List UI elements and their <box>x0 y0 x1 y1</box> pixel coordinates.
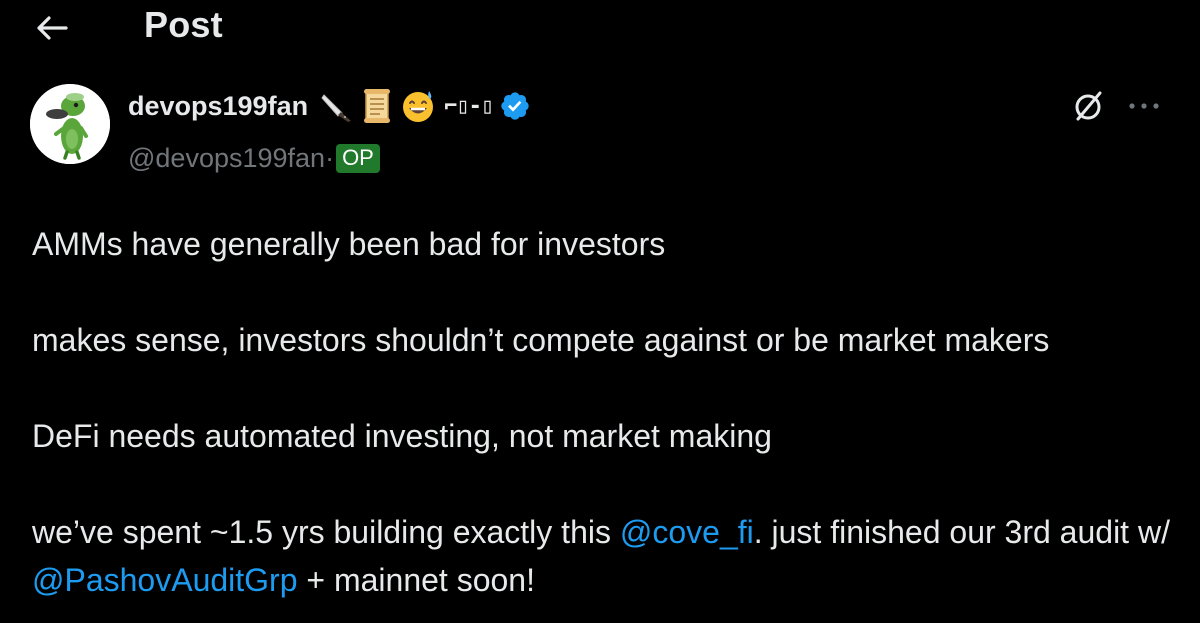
tweet-text-segment: . just finished our 3rd audit w/ <box>753 514 1170 550</box>
mention-link[interactable]: @PashovAuditGrp <box>32 562 298 598</box>
tweet-paragraph: makes sense, investors shouldn’t compete… <box>32 322 1050 358</box>
platypus-avatar <box>30 84 110 164</box>
tweet-text-segment: + mainnet soon! <box>297 562 535 598</box>
tweet-text: AMMs have generally been bad for investo… <box>32 220 1182 604</box>
author-handle-row: @devops199fan · OP <box>128 140 380 176</box>
scroll-icon <box>360 88 394 124</box>
tweet-paragraph: AMMs have generally been bad for investo… <box>32 226 666 262</box>
grok-button[interactable] <box>1068 86 1108 126</box>
verified-badge-icon <box>499 90 531 122</box>
kitchen-knife-icon <box>320 89 354 123</box>
more-horizontal-icon <box>1129 103 1159 109</box>
tweet-text-segment: we’ve spent ~1.5 yrs building exactly th… <box>32 514 620 550</box>
post-header: Post <box>0 0 1200 56</box>
page-title: Post <box>144 4 223 45</box>
grok-icon <box>1075 91 1102 121</box>
author-handle[interactable]: @devops199fan <box>128 143 325 174</box>
back-button[interactable] <box>30 8 74 48</box>
tweet-paragraph: we’ve spent ~1.5 yrs building exactly th… <box>32 508 1182 604</box>
author-name-row: devops199fan ⌐▯-▯ <box>128 86 531 126</box>
op-badge: OP <box>336 143 380 173</box>
grinning-sweat-icon <box>400 88 436 124</box>
handle-separator: · <box>325 142 335 173</box>
author-display-name[interactable]: devops199fan <box>128 91 308 122</box>
avatar[interactable] <box>30 84 110 164</box>
tweet-paragraph: DeFi needs automated investing, not mark… <box>32 418 772 454</box>
mention-link[interactable]: @cove_fi <box>620 514 754 550</box>
more-options-button[interactable] <box>1124 86 1164 126</box>
arrow-left-icon <box>37 16 68 40</box>
name-suffix: ⌐▯-▯ <box>444 93 494 119</box>
